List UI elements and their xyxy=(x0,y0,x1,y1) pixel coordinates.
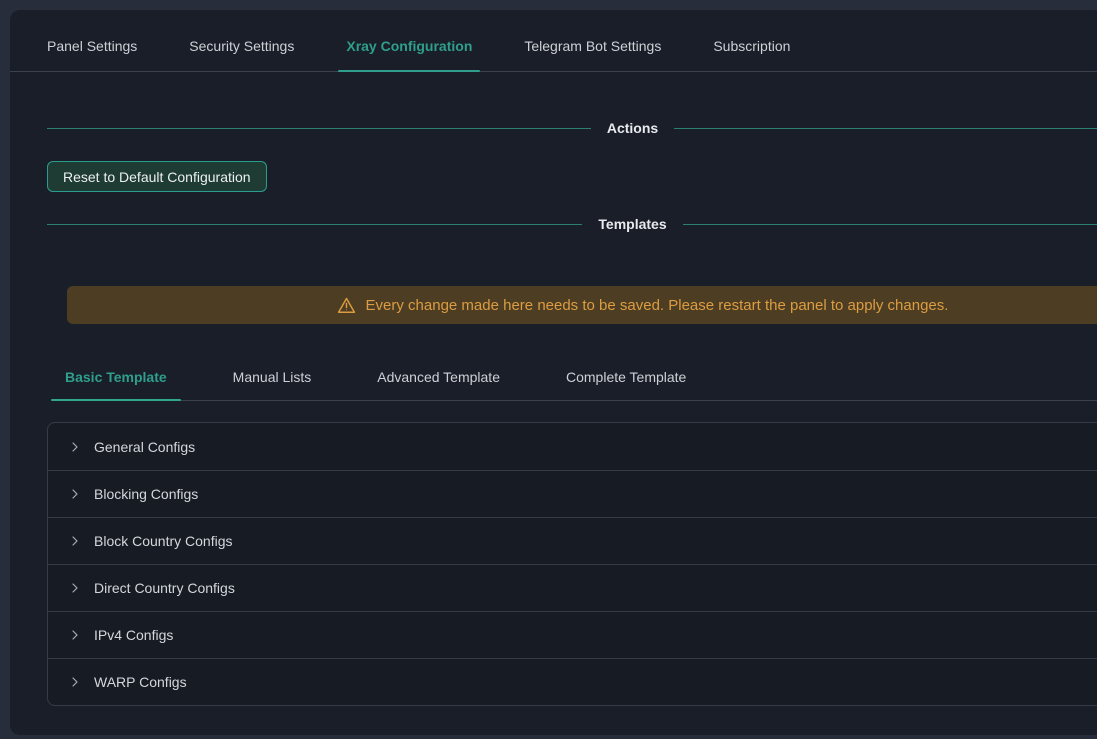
accordion-label: Blocking Configs xyxy=(94,486,198,502)
accordion-label: General Configs xyxy=(94,439,195,455)
chevron-right-icon xyxy=(69,676,81,688)
tab-basic-template[interactable]: Basic Template xyxy=(63,353,169,400)
tab-advanced-template[interactable]: Advanced Template xyxy=(375,353,502,400)
accordion-header-warp-configs[interactable]: WARP Configs xyxy=(48,658,1097,705)
config-accordion: General Configs Blocking Configs Block C… xyxy=(47,422,1097,706)
accordion-header-direct-country-configs[interactable]: Direct Country Configs xyxy=(48,564,1097,611)
chevron-right-icon xyxy=(69,535,81,547)
accordion-label: WARP Configs xyxy=(94,674,187,690)
accordion-label: Block Country Configs xyxy=(94,533,233,549)
tab-complete-template[interactable]: Complete Template xyxy=(564,353,688,400)
actions-divider: Actions xyxy=(47,120,1097,136)
tab-manual-lists[interactable]: Manual Lists xyxy=(231,353,314,400)
chevron-right-icon xyxy=(69,582,81,594)
accordion-label: IPv4 Configs xyxy=(94,627,173,643)
accordion-label: Direct Country Configs xyxy=(94,580,235,596)
tab-content: Actions Reset to Default Configuration T… xyxy=(10,120,1097,706)
reset-default-config-button[interactable]: Reset to Default Configuration xyxy=(47,161,267,192)
chevron-right-icon xyxy=(69,488,81,500)
accordion-header-general-configs[interactable]: General Configs xyxy=(48,423,1097,470)
chevron-right-icon xyxy=(69,629,81,641)
divider-line xyxy=(47,128,591,129)
templates-divider-label: Templates xyxy=(582,216,682,232)
actions-divider-label: Actions xyxy=(591,120,674,136)
templates-divider: Templates xyxy=(47,216,1097,232)
xray-settings-card: Panel Settings Security Settings Xray Co… xyxy=(10,10,1097,735)
accordion-header-ipv4-configs[interactable]: IPv4 Configs xyxy=(48,611,1097,658)
main-tabbar: Panel Settings Security Settings Xray Co… xyxy=(10,10,1097,72)
tab-subscription[interactable]: Subscription xyxy=(713,38,790,71)
template-tabbar: Basic Template Manual Lists Advanced Tem… xyxy=(63,353,1097,401)
divider-line xyxy=(683,224,1097,225)
tab-telegram-bot-settings[interactable]: Telegram Bot Settings xyxy=(524,38,661,71)
tab-panel-settings[interactable]: Panel Settings xyxy=(47,38,137,71)
chevron-right-icon xyxy=(69,441,81,453)
divider-line xyxy=(674,128,1097,129)
accordion-header-blocking-configs[interactable]: Blocking Configs xyxy=(48,470,1097,517)
warning-alert: Every change made here needs to be saved… xyxy=(67,286,1097,324)
divider-line xyxy=(47,224,582,225)
warning-icon xyxy=(337,296,356,315)
accordion-header-block-country-configs[interactable]: Block Country Configs xyxy=(48,517,1097,564)
tab-xray-configuration[interactable]: Xray Configuration xyxy=(346,38,472,71)
tab-security-settings[interactable]: Security Settings xyxy=(189,38,294,71)
warning-alert-message: Every change made here needs to be saved… xyxy=(366,297,949,314)
